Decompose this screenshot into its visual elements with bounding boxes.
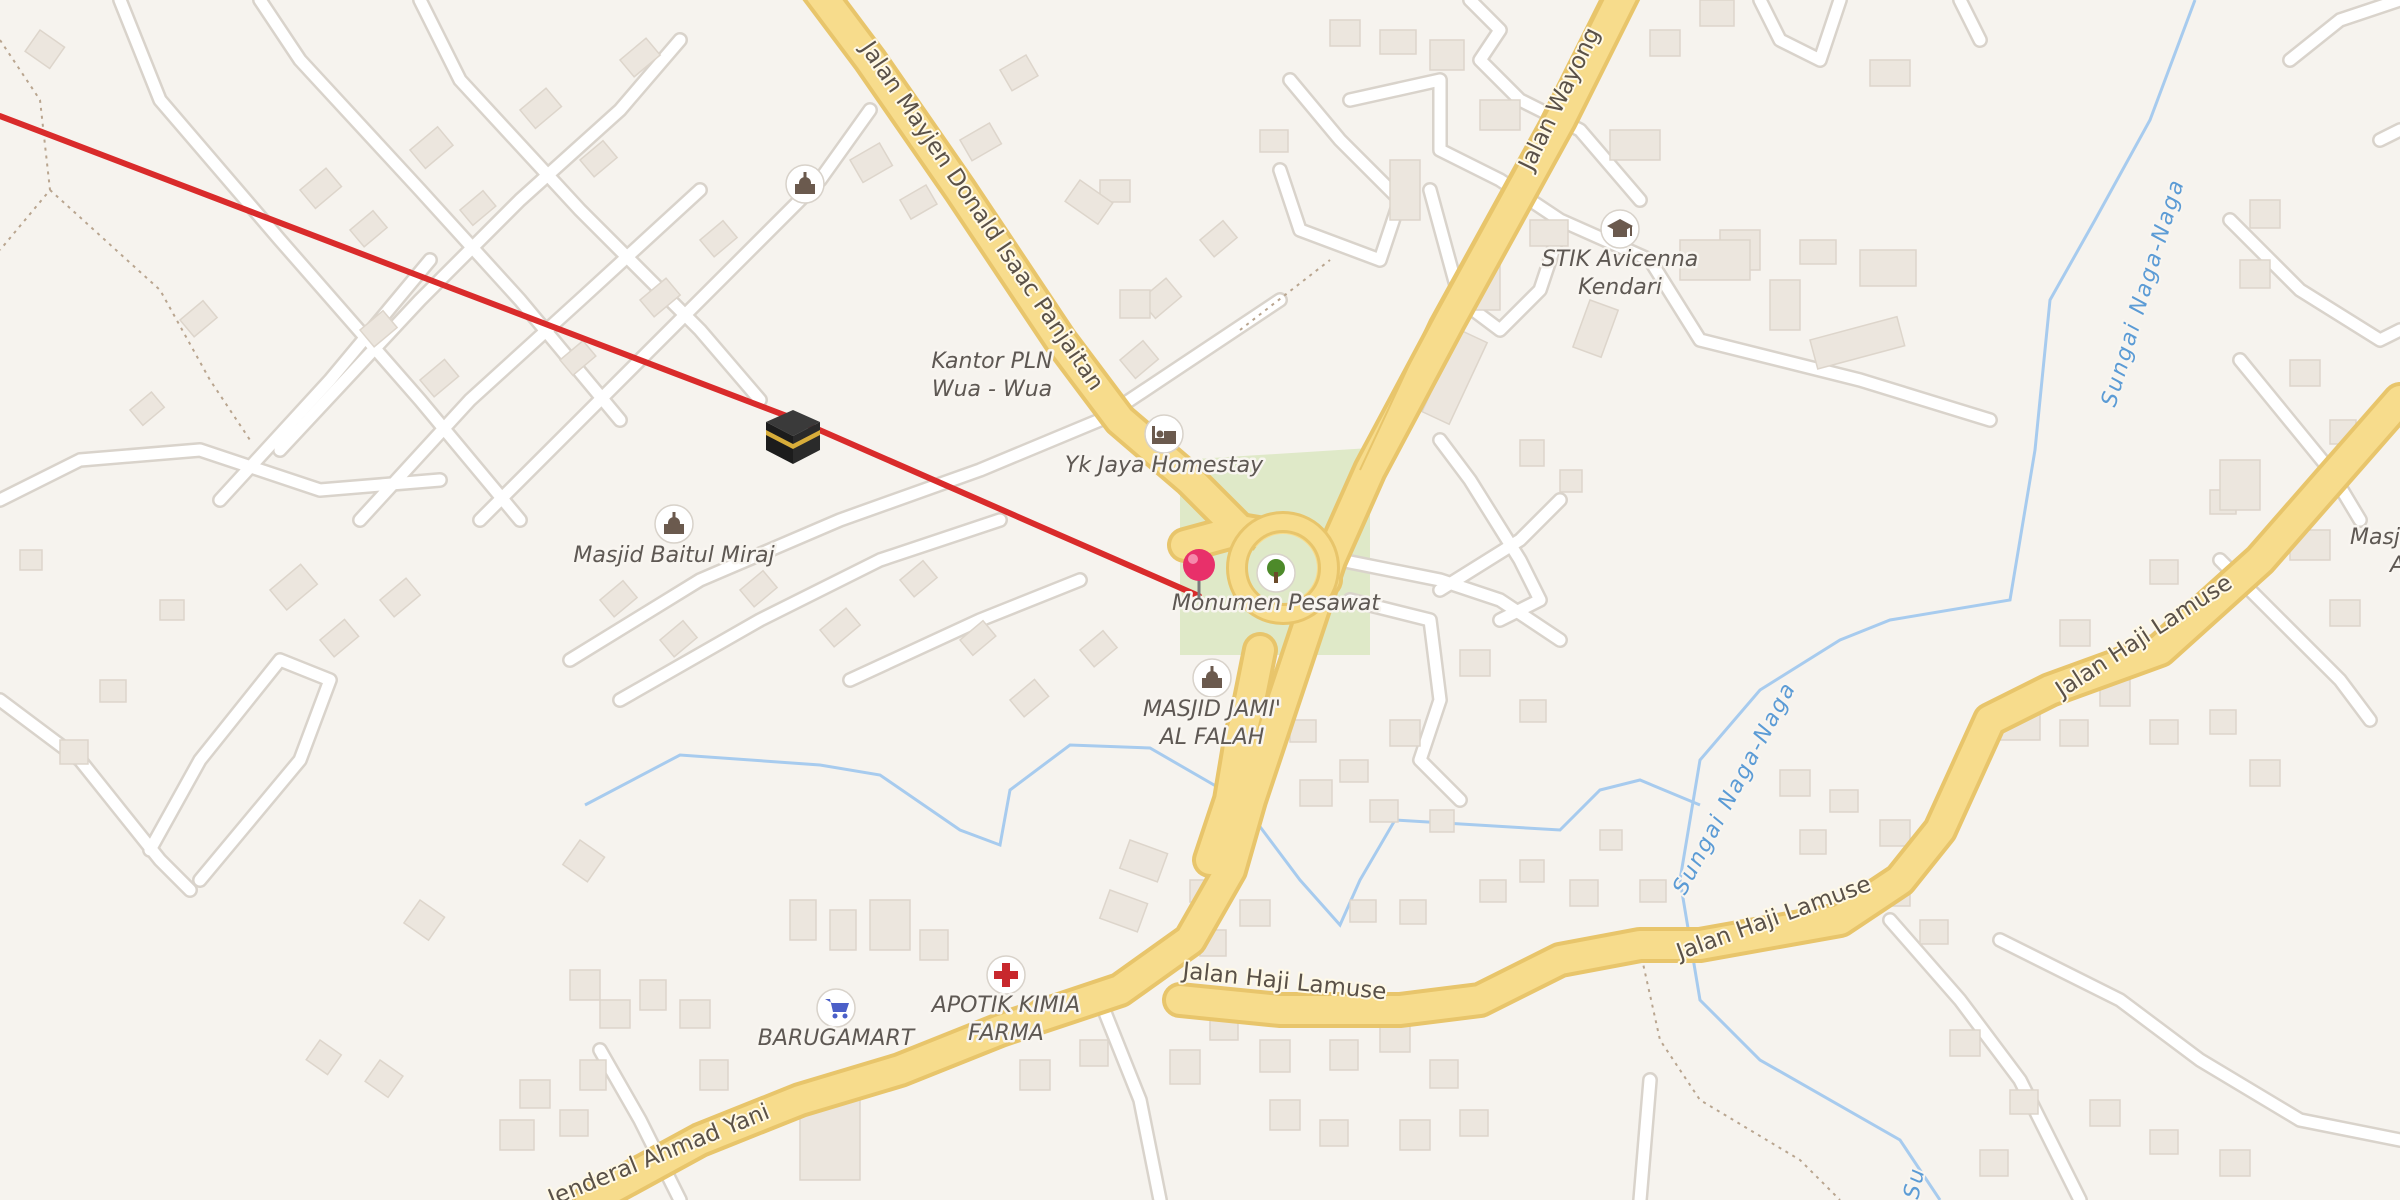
- place-label-stik-2: Kendari: [1578, 275, 1662, 300]
- place-label-apotik-2: FARMA: [968, 1021, 1044, 1046]
- place-label-edge-1: Masji: [2350, 525, 2400, 550]
- mosque-poi-baitul-miraj[interactable]: Masjid Baitul Miraj: [571, 504, 778, 571]
- place-label-apotik-1: APOTIK KIMIA: [930, 993, 1080, 1018]
- river-label-naga-3: Su: [1899, 1165, 1930, 1200]
- place-label-masjid-baitul: Masjid Baitul Miraj: [573, 543, 775, 568]
- place-label-masjid-jami-2: AL FALAH: [1158, 725, 1265, 750]
- road-label-donald-isaac: Jalan Mayjen Donald Isaac Panjaitan: [854, 35, 1109, 395]
- place-label-pln-2: Wua - Wua: [932, 377, 1052, 402]
- place-label-monumen: Monumen Pesawat: [1172, 591, 1381, 616]
- map-view[interactable]: Jalan Mayjen Donald Isaac Panjaitan Jala…: [0, 0, 2400, 1200]
- place-label-barugamart: BARUGAMART: [758, 1026, 916, 1051]
- shop-poi-barugamart[interactable]: BARUGAMART: [755, 988, 918, 1054]
- map-canvas[interactable]: Jalan Mayjen Donald Isaac Panjaitan Jala…: [0, 0, 2400, 1200]
- mosque-poi-north[interactable]: [785, 164, 825, 204]
- place-label-edge-2: A: [2388, 553, 2400, 578]
- place-label-pln-1: Kantor PLN: [931, 349, 1052, 374]
- place-label-stik-1: STIK Avicenna: [1542, 247, 1699, 272]
- place-label-homestay: Yk Jaya Homestay: [1065, 453, 1264, 478]
- place-label-masjid-jami-1: MASJID JAMI': [1143, 697, 1281, 722]
- kaaba-icon[interactable]: [766, 410, 820, 464]
- river-label-naga-1: Sungai Naga-Naga: [2097, 176, 2190, 410]
- place-pln[interactable]: Kantor PLN Wua - Wua: [929, 347, 1055, 405]
